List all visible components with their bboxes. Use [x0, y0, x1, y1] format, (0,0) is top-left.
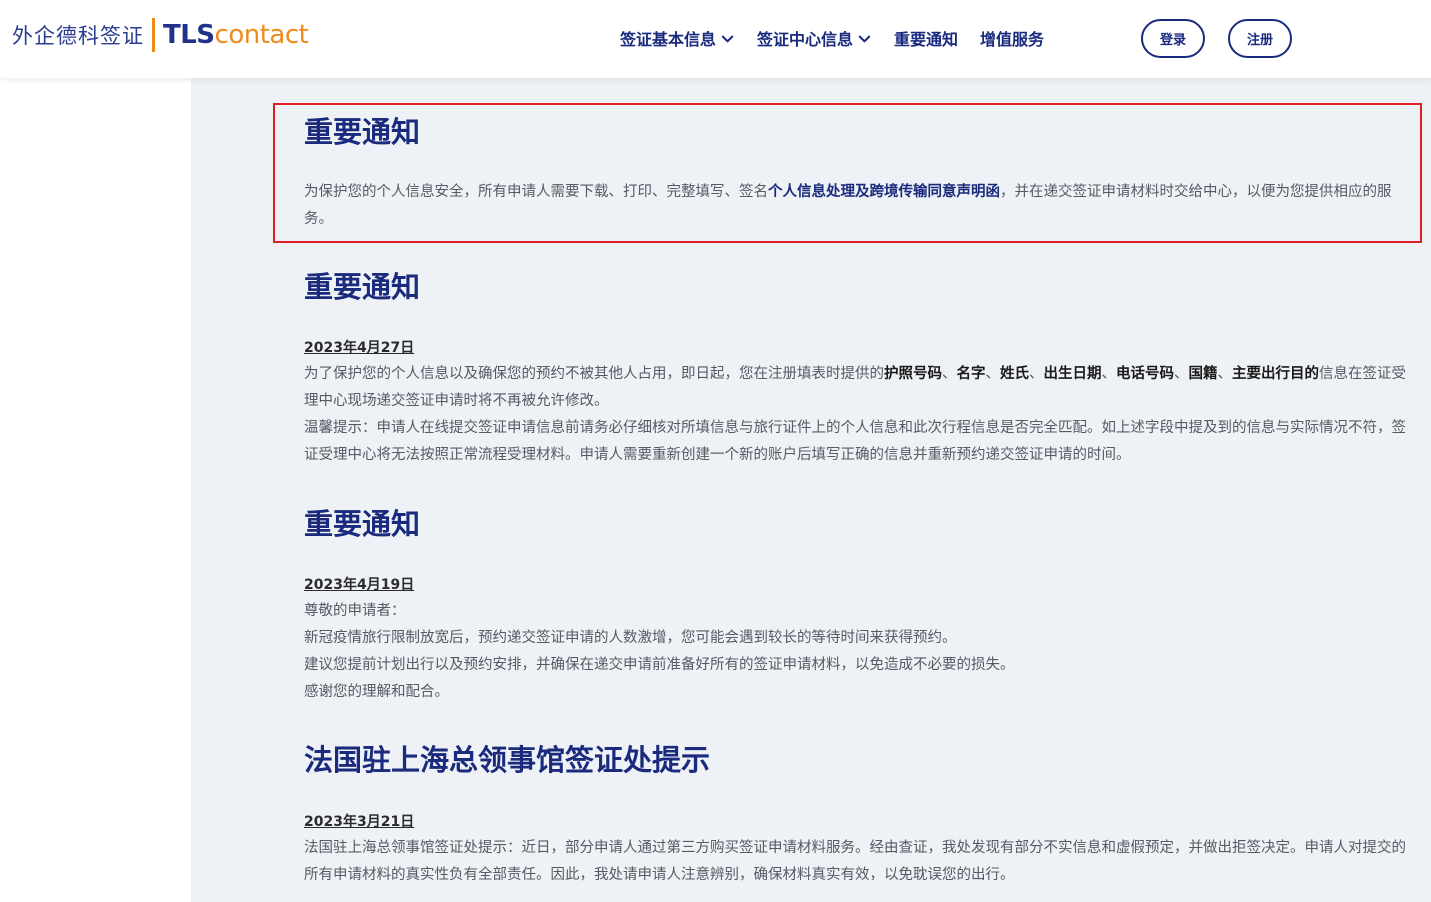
notice-date: 2023年3月21日 — [304, 814, 415, 830]
register-button[interactable]: 注册 — [1228, 19, 1292, 58]
chevron-down-icon — [858, 35, 871, 42]
notice-body: 为了保护您的个人信息以及确保您的预约不被其他人占用，即日起，您在注册填表时提供的… — [304, 361, 1416, 415]
logo-contact-text: contact — [214, 20, 309, 50]
nav-label: 签证基本信息 — [620, 30, 717, 49]
site-header: 外企德科签证 TLS contact 签证基本信息 签证中心信息 重要通知 增值服… — [0, 0, 1431, 78]
notice-body: 法国驻上海总领事馆签证处提示：近日，部分申请人通过第三方购买签证申请材料服务。经… — [304, 840, 1406, 883]
notice-date: 2023年4月19日 — [304, 577, 415, 593]
notice-line: 新冠疫情旅行限制放宽后，预约递交签证申请的人数激增，您可能会遇到较长的等待时间来… — [304, 630, 957, 646]
field-passport-number: 护照号码 — [884, 366, 942, 382]
separator: 、 — [1217, 366, 1233, 382]
notice-tip: 温馨提示：申请人在线提交签证申请信息前请务必仔细核对所填信息与旅行证件上的个人信… — [304, 420, 1406, 463]
notice-line: 尊敬的申请者： — [304, 603, 406, 619]
notice-title: 重要通知 — [304, 270, 421, 304]
separator: 、 — [1101, 366, 1117, 382]
field-surname: 姓氏 — [1000, 366, 1029, 382]
nav-label: 重要通知 — [894, 30, 959, 49]
notice-date: 2023年4月27日 — [304, 340, 415, 356]
notice-section: 重要通知 2023年4月19日 尊敬的申请者： 新冠疫情旅行限制放宽后，预约递交… — [304, 504, 1416, 706]
notice-line: 感谢您的理解和配合。 — [304, 684, 449, 700]
chevron-down-icon — [721, 35, 734, 42]
field-given-name: 名字 — [956, 366, 986, 382]
field-phone-number: 电话号码 — [1116, 366, 1174, 382]
separator: 、 — [942, 366, 957, 382]
notice-section: 法国驻上海总领事馆签证处提示 2023年3月21日 法国驻上海总领事馆签证处提示… — [304, 740, 1416, 889]
notice-section: 重要通知 为保护您的个人信息安全，所有申请人需要下载、打印、完整填写、签名个人信… — [304, 112, 1416, 233]
nav-visa-center-info[interactable]: 签证中心信息 — [757, 26, 872, 50]
separator: 、 — [1029, 366, 1044, 382]
nav-label: 增值服务 — [980, 30, 1045, 49]
separator: 、 — [985, 366, 1001, 382]
logo[interactable]: 外企德科签证 TLS contact — [12, 17, 309, 53]
logo-tls-text: TLS — [163, 20, 215, 50]
notice-title: 重要通知 — [304, 507, 421, 541]
logo-divider — [152, 18, 155, 52]
nav-important-notice[interactable]: 重要通知 — [894, 26, 958, 50]
field-birth-date: 出生日期 — [1043, 366, 1102, 382]
notice-text: 为保护您的个人信息安全，所有申请人需要下载、打印、完整填写、签名 — [304, 184, 768, 200]
notice-title: 重要通知 — [304, 115, 421, 149]
field-travel-purpose: 主要出行目的 — [1232, 366, 1319, 382]
main-nav: 签证基本信息 签证中心信息 重要通知 增值服务 — [620, 26, 1066, 50]
notice-text: 为了保护您的个人信息以及确保您的预约不被其他人占用，即日起，您在注册填表时提供的 — [304, 366, 884, 382]
field-nationality: 国籍 — [1188, 366, 1218, 382]
nav-value-added-services[interactable]: 增值服务 — [980, 26, 1044, 50]
consent-letter-link[interactable]: 个人信息处理及跨境传输同意声明函 — [768, 184, 1000, 200]
nav-label: 签证中心信息 — [757, 30, 854, 49]
login-button[interactable]: 登录 — [1141, 19, 1205, 58]
separator: 、 — [1174, 366, 1189, 382]
notice-title: 法国驻上海总领事馆签证处提示 — [304, 743, 711, 777]
notice-section: 重要通知 2023年4月27日 为了保护您的个人信息以及确保您的预约不被其他人占… — [304, 267, 1416, 469]
nav-visa-basic-info[interactable]: 签证基本信息 — [620, 26, 735, 50]
logo-cn-text: 外企德科签证 — [12, 24, 144, 48]
notice-body: 为保护您的个人信息安全，所有申请人需要下载、打印、完整填写、签名个人信息处理及跨… — [304, 179, 1416, 233]
notice-line: 建议您提前计划出行以及预约安排，并确保在递交申请前准备好所有的签证申请材料，以免… — [304, 657, 1015, 673]
